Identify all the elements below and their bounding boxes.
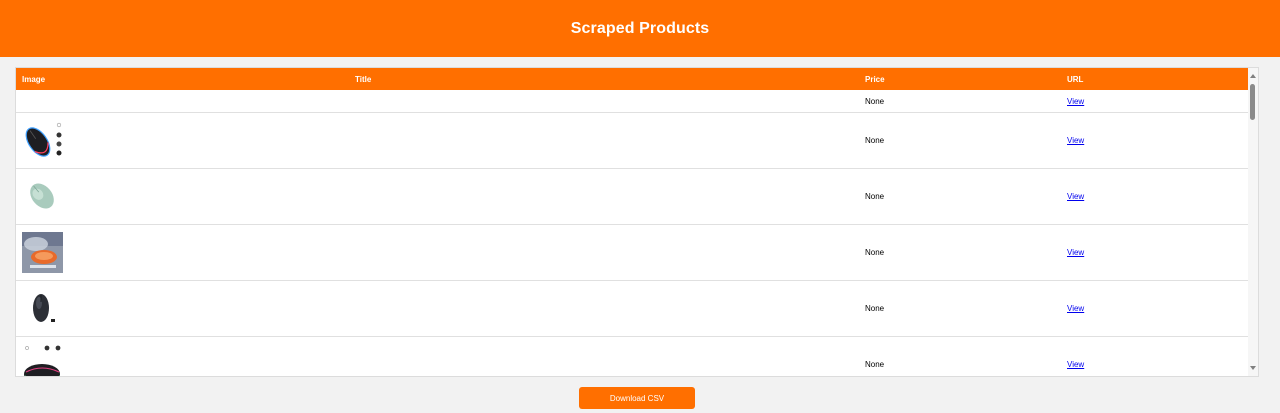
page-title: Scraped Products	[570, 19, 710, 37]
product-image-cell	[16, 168, 349, 225]
table-row: None View	[16, 280, 1249, 337]
product-url-cell: View	[1061, 90, 1249, 113]
download-csv-button[interactable]: Download CSV	[579, 387, 695, 409]
view-link[interactable]: View	[1067, 360, 1084, 369]
table-row: None View	[16, 224, 1249, 281]
product-price: None	[859, 168, 1061, 225]
product-image-cell	[16, 112, 349, 169]
product-title	[349, 336, 859, 376]
product-price: None	[859, 112, 1061, 169]
scroll-up-arrow-icon[interactable]	[1250, 74, 1256, 78]
product-image-cell	[16, 336, 349, 376]
table-row: None View	[16, 336, 1249, 376]
product-price: None	[859, 336, 1061, 376]
product-url-cell: View	[1061, 336, 1249, 376]
product-url-cell: View	[1061, 280, 1249, 337]
product-image-cell	[16, 224, 349, 281]
column-header-title: Title	[349, 68, 859, 90]
page-header: Scraped Products	[0, 0, 1280, 57]
view-link[interactable]: View	[1067, 97, 1084, 106]
product-title	[349, 224, 859, 281]
view-link[interactable]: View	[1067, 304, 1084, 313]
product-title	[349, 168, 859, 225]
scrollbar-thumb[interactable]	[1250, 84, 1255, 120]
transparent-mouse-thumbnail	[22, 232, 63, 273]
table-scrollbar[interactable]	[1248, 68, 1258, 376]
product-price: None	[859, 280, 1061, 337]
table-row: None View	[16, 112, 1249, 169]
black-mouse-thumbnail	[22, 288, 63, 329]
product-price: None	[859, 224, 1061, 281]
product-url-cell: View	[1061, 224, 1249, 281]
products-table-container[interactable]: Image Title Price URL None View None Vie…	[15, 67, 1259, 377]
rgb-mouse-partial-thumbnail	[22, 344, 63, 376]
view-link[interactable]: View	[1067, 248, 1084, 257]
product-url-cell: View	[1061, 112, 1249, 169]
product-url-cell: View	[1061, 168, 1249, 225]
column-header-price: Price	[859, 68, 1061, 90]
product-title	[349, 90, 859, 113]
product-title	[349, 280, 859, 337]
column-header-url: URL	[1061, 68, 1249, 90]
view-link[interactable]: View	[1067, 136, 1084, 145]
scroll-down-arrow-icon[interactable]	[1250, 366, 1256, 370]
products-table: Image Title Price URL None View None Vie…	[16, 68, 1249, 376]
green-mouse-thumbnail	[22, 176, 63, 217]
view-link[interactable]: View	[1067, 192, 1084, 201]
product-image-cell	[16, 280, 349, 337]
table-row: None View	[16, 90, 1249, 113]
product-price: None	[859, 90, 1061, 113]
column-header-image: Image	[16, 68, 349, 90]
product-image-cell	[16, 90, 349, 113]
table-header-row: Image Title Price URL	[16, 68, 1249, 90]
rgb-mouse-thumbnail	[22, 120, 63, 161]
product-title	[349, 112, 859, 169]
table-row: None View	[16, 168, 1249, 225]
